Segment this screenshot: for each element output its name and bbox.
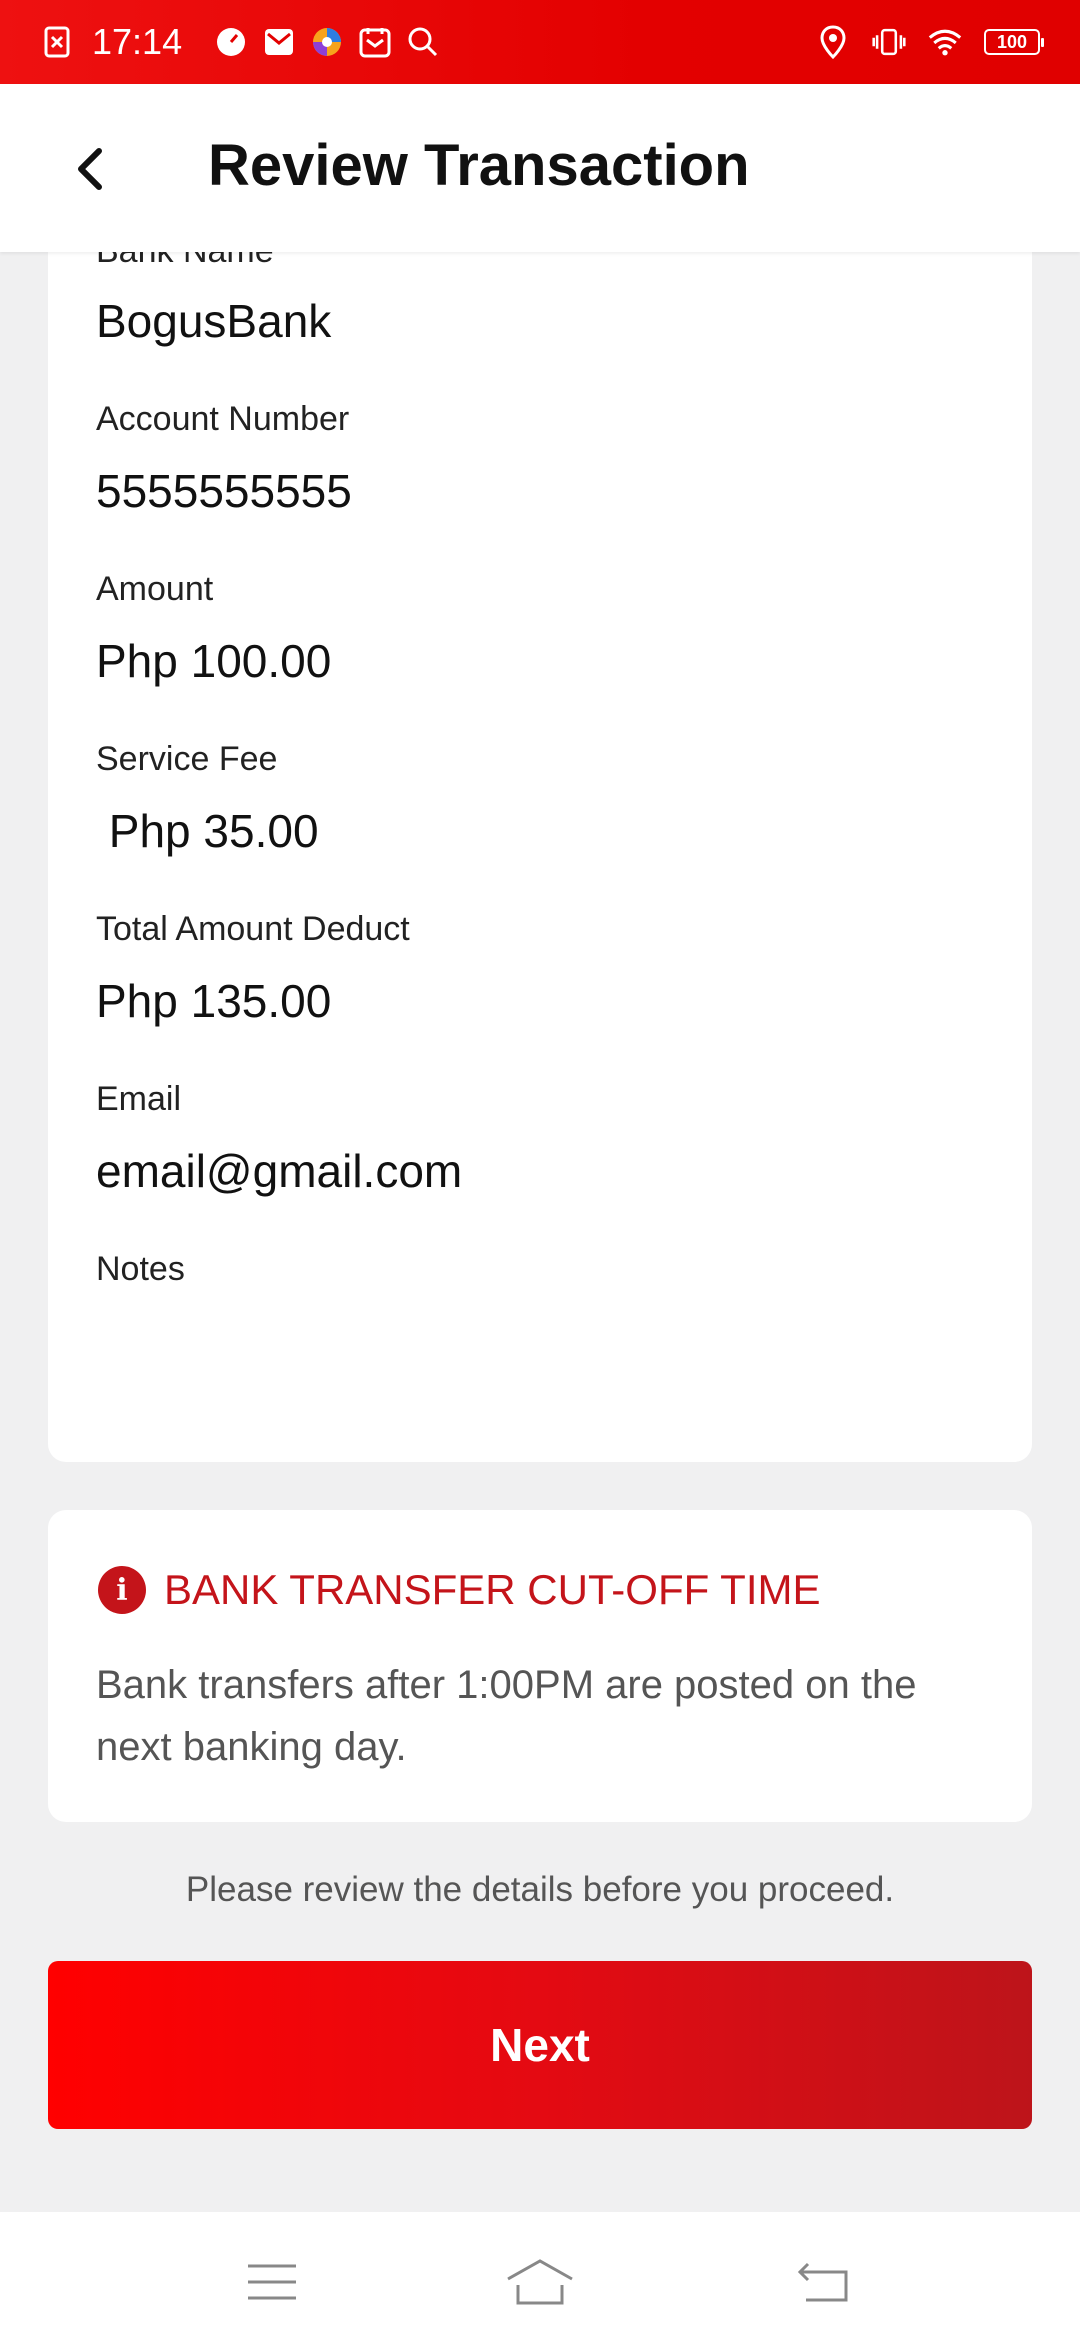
notes-label: Notes — [96, 1250, 185, 1288]
speedometer-icon — [214, 25, 248, 59]
service-fee-label: Service Fee — [96, 740, 278, 778]
screenshot-icon — [40, 25, 74, 59]
browser-icon — [310, 25, 344, 59]
info-icon: i — [98, 1566, 146, 1614]
page-title: Review Transaction — [208, 133, 750, 198]
home-icon — [507, 2259, 573, 2305]
calendar-icon — [358, 25, 392, 59]
battery-icon: 100 — [984, 29, 1044, 55]
review-note: Please review the details before you pro… — [185, 1870, 895, 1909]
back-nav-button[interactable] — [784, 2252, 864, 2312]
chevron-left-icon — [78, 148, 102, 190]
wifi-icon — [928, 25, 962, 59]
next-button[interactable]: Next — [48, 1961, 1032, 2129]
total-amount-value: Php 135.00 — [96, 975, 332, 1027]
account-number-label: Account Number — [96, 400, 350, 438]
status-time: 17:14 — [92, 21, 183, 62]
service-fee-value: Php 35.00 — [96, 805, 319, 857]
menu-icon — [248, 2264, 296, 2300]
cutoff-title-row: i BANK TRANSFER CUT-OFF TIME — [98, 1566, 821, 1614]
status-bar: 17:14 100 — [0, 0, 1080, 84]
cutoff-description: Bank transfers after 1:00PM are posted o… — [96, 1663, 917, 1769]
email-label: Email — [96, 1080, 182, 1118]
account-number-value: 5555555555 — [96, 465, 352, 517]
email-value: email@gmail.com — [96, 1145, 463, 1197]
vibrate-icon — [872, 25, 906, 59]
total-amount-label: Total Amount Deduct — [96, 910, 410, 948]
bank-name-value: BogusBank — [96, 295, 332, 347]
transaction-details-card: Bank Name BogusBank Account Number 55555… — [48, 200, 1032, 1462]
location-icon — [816, 25, 850, 59]
mail-icon — [262, 25, 296, 59]
cutoff-info-card: i BANK TRANSFER CUT-OFF TIME Bank transf… — [48, 1510, 1032, 1822]
app-header: Review Transaction — [0, 84, 1080, 252]
system-nav-bar — [0, 2212, 1080, 2340]
back-button[interactable] — [60, 134, 120, 204]
amount-value: Php 100.00 — [96, 635, 332, 687]
back-nav-icon — [797, 2262, 848, 2302]
search-icon — [406, 25, 440, 59]
menu-nav-button[interactable] — [232, 2252, 312, 2312]
amount-label: Amount — [96, 570, 214, 608]
home-nav-button[interactable] — [500, 2252, 580, 2312]
cutoff-title: BANK TRANSFER CUT-OFF TIME — [164, 1566, 821, 1613]
